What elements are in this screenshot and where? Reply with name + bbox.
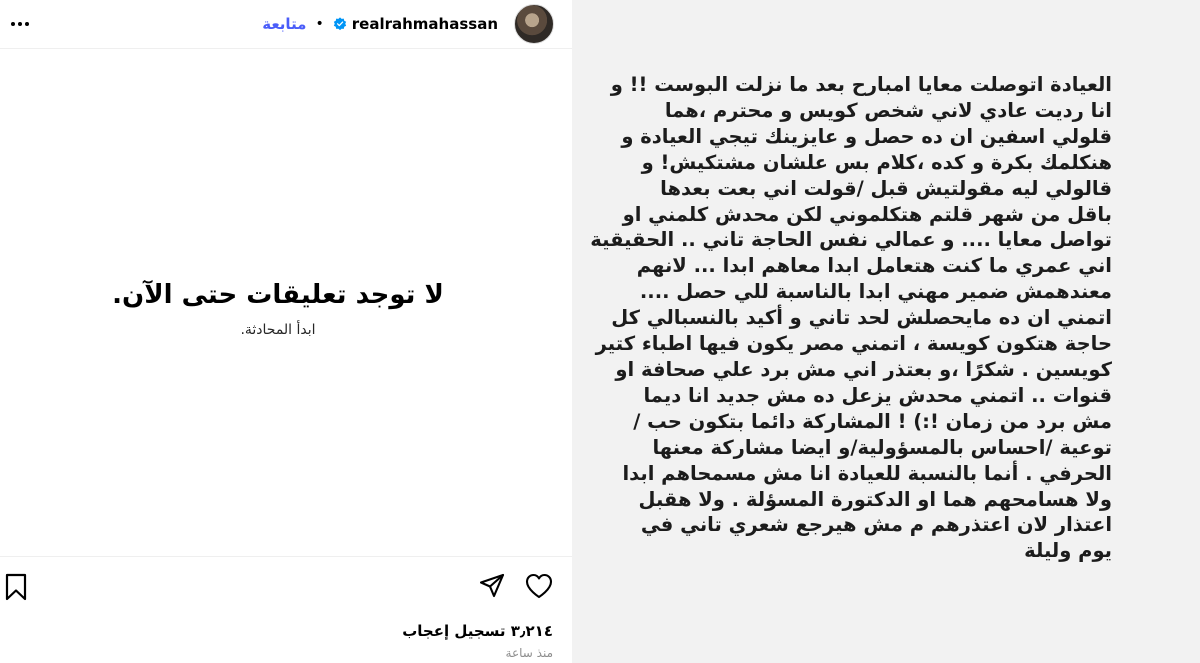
empty-comments: لا توجد تعليقات حتى الآن. ابدأ المحادثة. [0, 280, 556, 338]
more-dot [25, 22, 29, 26]
verified-badge-icon [333, 17, 346, 31]
empty-comments-subtitle: ابدأ المحادثة. [240, 322, 316, 338]
post-text-line: اني عمري ما كنت هتعامل ابدا معاهم ابدا .… [636, 254, 1112, 278]
author-username[interactable]: realrahmahassan [352, 15, 498, 33]
post-text-line: مش برد من زمان !:) ! المشاركة دائما بتكو… [633, 409, 1112, 433]
more-dot [18, 22, 22, 26]
post-timestamp: منذ ساعة [505, 646, 553, 660]
post-text-line: حاجة هتكون كويسة ، اتمني مصر يكون فيها ا… [595, 332, 1113, 356]
post-text-line: معندهمش ضمير مهني ابدا بالناسبة للي حصل … [639, 280, 1112, 304]
post-text-line: يوم وليلة [1024, 539, 1112, 563]
likes-count[interactable]: ٣٫٢١٤ تسجيل إعجاب [402, 622, 553, 640]
divider [0, 556, 572, 557]
post-image-text: العيادة اتوصلت معايا امبارح بعد ما نزلت … [590, 72, 1113, 564]
bookmark-icon[interactable] [3, 573, 29, 601]
more-dot [11, 22, 15, 26]
post-text-line: انا رديت عادي لاني شخص كويس و محترم ،هما [664, 98, 1112, 122]
post-text-line: تواصل معايا .... و عمالي نفس الحاجة تاني… [590, 228, 1112, 252]
author-avatar[interactable] [514, 4, 554, 44]
post-text-line: هنكلمك بكرة و كده ،كلام بس علشان مشتكيش!… [641, 150, 1113, 174]
post-text-line: كويسين . شكرًا ،و بعتذر اني مش برد علي ص… [615, 357, 1112, 381]
post-viewer: متابعة • realrahmahassan لا توجد تعليقات… [0, 0, 1200, 663]
send-icon[interactable] [479, 573, 505, 599]
post-details-panel: متابعة • realrahmahassan لا توجد تعليقات… [0, 0, 572, 663]
post-header: متابعة • realrahmahassan [0, 0, 572, 49]
post-text-line: قنوات .. اتمني محدش يزعل ده مش جديد انا … [643, 383, 1112, 407]
post-text-line: ولا هسامحهم هما او الدكتورة المسؤلة . ول… [638, 487, 1113, 511]
post-text-line: العيادة اتوصلت معايا امبارح بعد ما نزلت … [610, 73, 1112, 96]
follow-button[interactable]: متابعة [262, 15, 306, 33]
post-text-line: اعتذار لان اعتذرهم م مش هيرجع شعري تاني … [640, 513, 1112, 537]
post-text-line: توعية /احساس بالمسؤولية/و ايضا مشاركة مع… [652, 435, 1112, 459]
separator-dot: • [315, 16, 324, 32]
post-text-line: قالولي ليه مقولتيش قبل /قولت اني بعت بعد… [660, 176, 1112, 200]
post-author: متابعة • realrahmahassan [262, 4, 554, 44]
post-text-line: اتمني ان ده مايحصلش لحد تاني و أكيد بالن… [611, 306, 1112, 330]
more-options-icon[interactable] [0, 4, 40, 44]
post-text-line: الحرفي . أنما بالنسبة للعيادة انا مش مسم… [622, 461, 1112, 485]
heart-icon[interactable] [525, 573, 553, 599]
post-text-line: قلولي اسفين ان ده حصل و عايزينك تيجي الع… [621, 124, 1112, 148]
empty-comments-title: لا توجد تعليقات حتى الآن. [112, 280, 444, 310]
post-text-line: باقل من شهر قلتم هتكلموني لكن محدش كلمني… [622, 202, 1113, 226]
